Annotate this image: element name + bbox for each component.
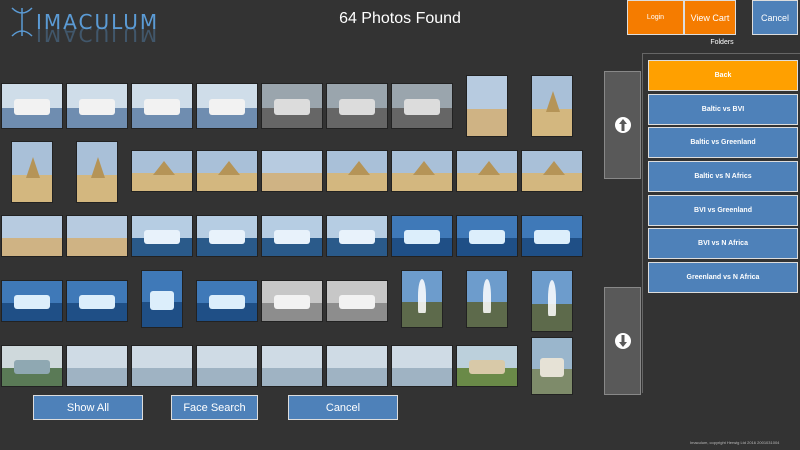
view-cart-button[interactable]: View Cart xyxy=(684,0,736,35)
photo-thumbnail-pickup-truck[interactable] xyxy=(326,83,388,129)
folder-item-baltic-vs-bvi[interactable]: Baltic vs BVI xyxy=(648,94,798,125)
photo-thumbnail-sea[interactable] xyxy=(131,345,193,387)
photo-thumbnail-pyramid[interactable] xyxy=(76,141,118,203)
folder-item-baltic-vs-greenland[interactable]: Baltic vs Greenland xyxy=(648,127,798,158)
scroll-down-button[interactable] xyxy=(604,287,641,395)
photo-thumbnail-pyramid[interactable] xyxy=(11,141,53,203)
photo-thumbnail-pyramid[interactable] xyxy=(456,150,518,192)
photo-thumbnail-garden[interactable] xyxy=(456,345,518,387)
folders-label: Folders xyxy=(710,39,734,46)
photo-thumbnail-iceberg[interactable] xyxy=(1,280,63,322)
photo-thumbnail-sea[interactable] xyxy=(326,345,388,387)
cancel-bottom-button[interactable]: Cancel xyxy=(288,395,398,420)
photo-thumbnail-sea[interactable] xyxy=(196,345,258,387)
photo-thumbnail-iceberg[interactable] xyxy=(66,280,128,322)
photo-thumbnail-iceberg[interactable] xyxy=(141,270,183,328)
photo-thumbnail-pyramid[interactable] xyxy=(531,75,573,137)
folder-back-button[interactable]: Back xyxy=(648,60,798,91)
photo-thumbnail-cruise-ship[interactable] xyxy=(131,83,193,129)
photo-thumbnail-iceberg-grey[interactable] xyxy=(326,280,388,322)
photo-thumbnail-monument[interactable] xyxy=(531,337,573,395)
photo-thumbnail-iceberg[interactable] xyxy=(391,215,453,257)
photo-thumbnail-sea[interactable] xyxy=(261,345,323,387)
folder-item-greenland-vs-n-africa[interactable]: Greenland vs N Africa xyxy=(648,262,798,293)
photo-thumbnail-pyramid[interactable] xyxy=(131,150,193,192)
logo-text-reflection: IMACULUM xyxy=(36,22,160,46)
photo-thumbnail-pyramid[interactable] xyxy=(326,150,388,192)
photo-thumbnail-iceberg[interactable] xyxy=(196,280,258,322)
folder-item-bvi-vs-greenland[interactable]: BVI vs Greenland xyxy=(648,195,798,226)
photo-thumbnail-desert[interactable] xyxy=(261,150,323,192)
photo-thumbnail-ice[interactable] xyxy=(261,215,323,257)
photo-thumbnail-pickup-truck[interactable] xyxy=(261,83,323,129)
arrow-down-icon xyxy=(614,333,631,349)
photo-thumbnail-pickup-truck[interactable] xyxy=(391,83,453,129)
face-search-button[interactable]: Face Search xyxy=(171,395,258,420)
photo-thumbnail-pyramid[interactable] xyxy=(196,150,258,192)
photo-thumbnail-desert[interactable] xyxy=(66,215,128,257)
photo-thumbnail-fountain[interactable] xyxy=(466,270,508,328)
photo-thumbnail-cruise-ship[interactable] xyxy=(66,83,128,129)
photo-thumbnail-ice[interactable] xyxy=(196,215,258,257)
photo-thumbnail-iceberg[interactable] xyxy=(521,215,583,257)
copyright-footer: Imaculum, copyright Herwig Ltd 2016 2001… xyxy=(690,440,780,445)
photo-thumbnail-fountain[interactable] xyxy=(531,270,573,332)
arrow-up-icon xyxy=(614,117,631,133)
folder-item-baltic-vs-n-africs[interactable]: Baltic vs N Africs xyxy=(648,161,798,192)
photo-thumbnail-sea[interactable] xyxy=(66,345,128,387)
photo-thumbnail-canal[interactable] xyxy=(1,345,63,387)
app-logo: IMACULUM IMACULUM xyxy=(8,4,168,46)
folder-item-bvi-vs-n-africa[interactable]: BVI vs N Africa xyxy=(648,228,798,259)
photo-thumbnail-ice[interactable] xyxy=(326,215,388,257)
photo-thumbnail-desert[interactable] xyxy=(1,215,63,257)
photo-thumbnail-pyramid[interactable] xyxy=(391,150,453,192)
photo-thumbnail-iceberg[interactable] xyxy=(456,215,518,257)
photo-thumbnail-sea[interactable] xyxy=(391,345,453,387)
scroll-up-button[interactable] xyxy=(604,71,641,179)
photo-thumbnail-iceberg-grey[interactable] xyxy=(261,280,323,322)
show-all-button[interactable]: Show All xyxy=(33,395,143,420)
cancel-top-button[interactable]: Cancel xyxy=(752,0,798,35)
logo-mark-icon xyxy=(11,7,33,37)
login-button[interactable]: Login xyxy=(627,0,684,35)
photo-thumbnail-ice[interactable] xyxy=(131,215,193,257)
photo-thumbnail-pyramid[interactable] xyxy=(521,150,583,192)
photo-thumbnail-cruise-ship[interactable] xyxy=(196,83,258,129)
photo-thumbnail-cruise-ship[interactable] xyxy=(1,83,63,129)
photo-thumbnail-fountain[interactable] xyxy=(401,270,443,328)
photo-thumbnail-desert[interactable] xyxy=(466,75,508,137)
